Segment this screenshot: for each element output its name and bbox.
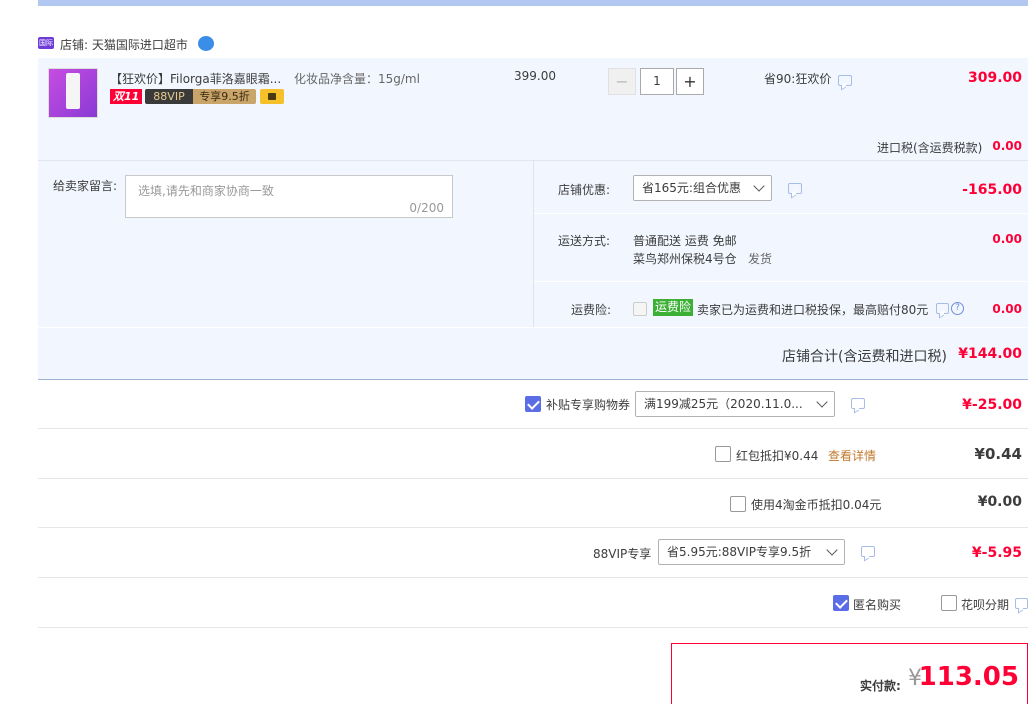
vip88-value: ¥-5.95: [971, 545, 1022, 561]
panel-divider: [533, 160, 534, 328]
item-promo: 省90:狂欢价: [764, 72, 832, 86]
tao-coin-checkbox[interactable]: [730, 496, 746, 512]
vip88-comment-icon[interactable]: [861, 546, 875, 557]
shipping-value: 0.00: [992, 232, 1022, 246]
insurance-text: 卖家已为运费和进口税投保，最高赔付80元: [697, 303, 929, 317]
insurance-badge: 运费险: [653, 299, 694, 316]
shipping-ship-text: 发货: [748, 252, 773, 266]
shop-header: 国际 店铺: 天猫国际进口超市: [38, 34, 438, 54]
quantity-minus-button[interactable]: −: [608, 68, 636, 95]
row-separator: [38, 428, 1028, 429]
vip88-label: 88VIP专享: [593, 547, 652, 561]
store-total-value: ¥144.00: [958, 346, 1022, 362]
import-tax-label: 进口税(含运费税款): [877, 141, 983, 155]
coupon-value: ¥-25.00: [962, 397, 1022, 413]
payment-amount: 113.05: [918, 662, 1019, 692]
message-counter: 0/200: [409, 201, 444, 215]
anonymous-checkbox[interactable]: [833, 595, 849, 611]
insurance-comment-icon[interactable]: [936, 303, 949, 314]
tao-coin-value: ¥0.00: [977, 494, 1022, 510]
unit-price: 399.00: [514, 69, 556, 83]
row-separator: [38, 527, 1028, 528]
double11-tag: 双11: [110, 89, 143, 104]
red-packet-label: 红包抵扣¥0.44: [736, 449, 819, 463]
shop-name[interactable]: 店铺: 天猫国际进口超市: [60, 36, 188, 53]
shipping-warehouse: 菜鸟郑州保税4号仓: [633, 252, 737, 266]
store-discount-label: 店铺优惠:: [558, 183, 611, 197]
chevron-down-icon: [816, 396, 828, 408]
installment-checkbox[interactable]: [941, 595, 957, 611]
coupon-selected: 满199减25元（2020.11.0...: [644, 397, 803, 411]
insurance-checkbox: [633, 302, 647, 316]
row-separator: [38, 627, 1028, 628]
insurance-value: 0.00: [992, 302, 1022, 316]
vip88-discount-tag: 专享9.5折: [193, 89, 256, 104]
wangwang-chat-icon[interactable]: [198, 36, 214, 51]
import-tax-value: 0.00: [992, 139, 1022, 153]
row-divider: [38, 327, 1028, 328]
row-divider: [534, 281, 1028, 282]
payment-summary-box: 实付款: ¥ 113.05: [671, 643, 1028, 704]
chevron-down-icon: [753, 180, 765, 192]
shipping-method: 普通配送 运费 免邮: [633, 234, 737, 248]
coupon-comment-icon[interactable]: [851, 398, 865, 409]
vip88-tag: 88VIP: [145, 89, 193, 104]
seller-message-label: 给卖家留言:: [53, 179, 118, 193]
anonymous-label: 匿名购买: [853, 598, 902, 612]
row-separator: [38, 577, 1028, 578]
promo-comment-icon[interactable]: [838, 75, 852, 86]
coupon-label: 补贴专享购物券: [546, 398, 631, 412]
product-spec: 化妆品净含量：15g/ml: [294, 72, 420, 86]
row-divider: [534, 213, 1028, 214]
discount-comment-icon[interactable]: [788, 183, 802, 194]
product-thumbnail[interactable]: [48, 68, 98, 118]
coupon-select[interactable]: 满199减25元（2020.11.0...: [635, 391, 835, 417]
message-placeholder: 选填,请先和商家协商一致: [138, 184, 274, 198]
red-packet-details-link[interactable]: 查看详情: [828, 447, 876, 464]
store-discount-select[interactable]: 省165元:组合优惠: [633, 175, 772, 201]
coupon-ticket-icon: [260, 89, 284, 104]
red-packet-value: ¥0.44: [974, 445, 1022, 463]
insurance-label: 运费险:: [571, 303, 612, 317]
top-column-bar: [38, 0, 1028, 6]
payment-label: 实付款:: [860, 679, 901, 693]
store-discount-value: -165.00: [962, 182, 1022, 198]
seller-message-input[interactable]: 选填,请先和商家协商一致 0/200: [125, 175, 453, 218]
global-badge-icon: 国际: [38, 37, 54, 49]
chevron-down-icon: [826, 544, 838, 556]
quantity-input[interactable]: 1: [640, 68, 674, 95]
product-title[interactable]: 【狂欢价】Filorga菲洛嘉眼霜...: [110, 70, 281, 87]
vip88-select[interactable]: 省5.95元:88VIP专享9.5折: [658, 539, 845, 565]
shipping-label: 运送方式:: [558, 234, 611, 248]
item-subtotal: 309.00: [967, 70, 1022, 86]
quantity-plus-button[interactable]: +: [676, 68, 704, 95]
help-icon[interactable]: ?: [951, 302, 964, 315]
coupon-checkbox[interactable]: [525, 396, 541, 412]
installment-comment-icon[interactable]: [1015, 598, 1028, 609]
row-separator: [38, 478, 1028, 479]
store-total-label: 店铺合计(含运费和进口税): [782, 349, 947, 365]
vip88-selected: 省5.95元:88VIP专享9.5折: [667, 545, 812, 559]
tao-coin-label: 使用4淘金币抵扣0.04元: [751, 498, 882, 512]
installment-label: 花呗分期: [961, 598, 1010, 612]
store-discount-selected: 省165元:组合优惠: [642, 181, 741, 195]
red-packet-checkbox[interactable]: [715, 446, 731, 462]
